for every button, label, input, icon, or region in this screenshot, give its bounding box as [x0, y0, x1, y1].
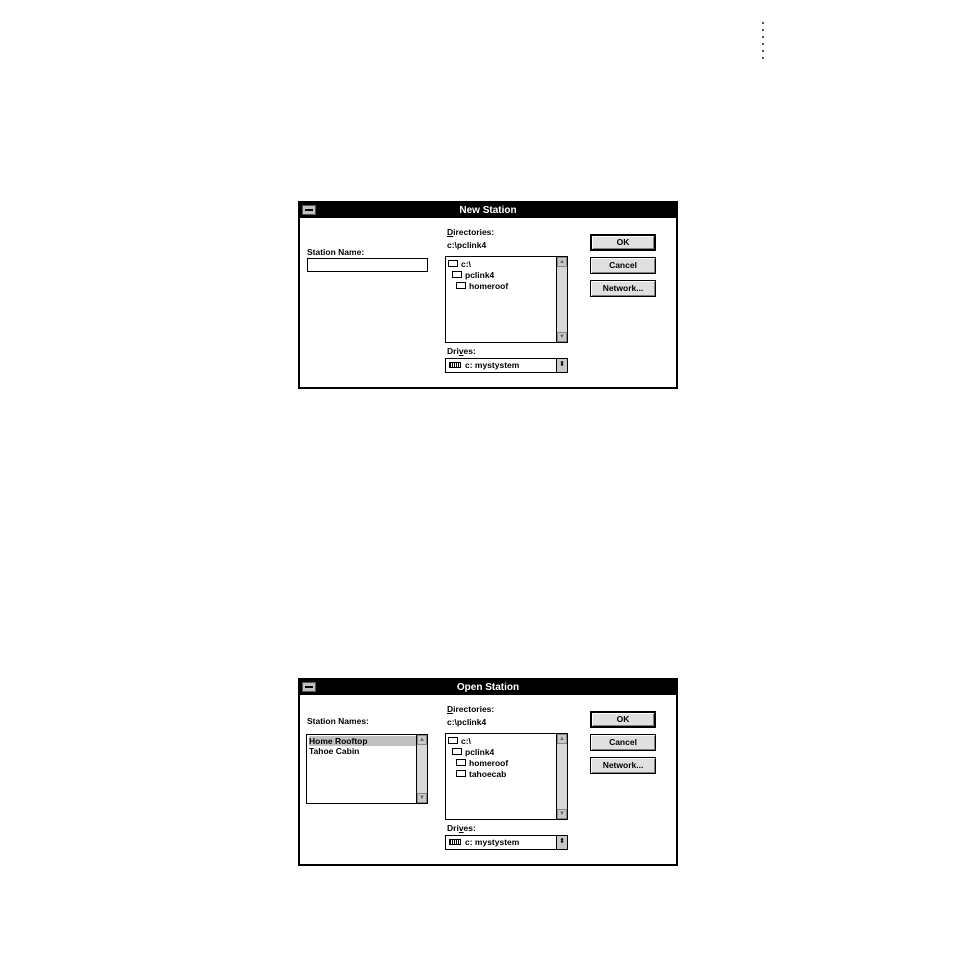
dir-item-pclink4[interactable]: pclink4: [452, 270, 494, 281]
drives-label: Drives:: [447, 346, 476, 356]
drive-icon: [449, 839, 461, 845]
folder-open-icon: [452, 748, 462, 756]
drives-select[interactable]: c: mystystem ⬍: [445, 835, 568, 850]
directories-label: Directories:: [447, 704, 495, 714]
drives-label: Drives:: [447, 823, 476, 833]
folder-open-icon: [448, 737, 458, 745]
directory-list[interactable]: c:\ pclink4 homeroof ▲ ▼: [445, 256, 568, 343]
scroll-up-arrow-icon[interactable]: ▲: [557, 734, 567, 744]
cancel-button[interactable]: Cancel: [590, 257, 656, 274]
dialog-title-bar[interactable]: New Station: [300, 203, 676, 218]
dialog-title: Open Station: [456, 682, 520, 693]
ok-button[interactable]: OK: [590, 234, 656, 251]
drive-value: c: mystystem: [465, 837, 520, 847]
folder-icon: [456, 759, 466, 767]
folder-open-icon: [448, 260, 458, 268]
dir-item-pclink4[interactable]: pclink4: [452, 747, 494, 758]
dropdown-arrow-icon[interactable]: ⬍: [556, 359, 567, 372]
ok-button[interactable]: OK: [590, 711, 656, 728]
directory-list[interactable]: c:\ pclink4 homeroof tahoecab ▲ ▼: [445, 733, 568, 820]
directory-scrollbar[interactable]: ▲ ▼: [556, 257, 567, 342]
station-list-item[interactable]: Home Rooftop: [309, 736, 416, 746]
dir-item-homeroof[interactable]: homeroof: [456, 758, 508, 769]
current-path: c:\pclink4: [447, 717, 487, 727]
drives-select[interactable]: c: mystystem ⬍: [445, 358, 568, 373]
folder-open-icon: [452, 271, 462, 279]
station-names-label: Station Names:: [307, 716, 369, 726]
station-list-item[interactable]: Tahoe Cabin: [309, 746, 359, 756]
folder-icon: [456, 282, 466, 290]
margin-dot-rule: [762, 22, 766, 64]
scroll-down-arrow-icon[interactable]: ▼: [417, 793, 427, 803]
scroll-down-arrow-icon[interactable]: ▼: [557, 809, 567, 819]
dialog-title: New Station: [459, 205, 517, 216]
scroll-up-arrow-icon[interactable]: ▲: [417, 735, 427, 745]
open-station-dialog: Open Station Station Names: Home Rooftop…: [298, 678, 678, 866]
network-button[interactable]: Network...: [590, 757, 656, 774]
dialog-title-bar[interactable]: Open Station: [300, 680, 676, 695]
dropdown-arrow-icon[interactable]: ⬍: [556, 836, 567, 849]
cancel-button[interactable]: Cancel: [590, 734, 656, 751]
station-names-list[interactable]: Home Rooftop Tahoe Cabin ▲ ▼: [306, 734, 428, 804]
station-name-input[interactable]: [307, 258, 428, 272]
system-menu-icon[interactable]: [302, 682, 316, 692]
folder-icon: [456, 770, 466, 778]
new-station-dialog: New Station Station Name: Directories: c…: [298, 201, 678, 389]
station-name-label: Station Name:: [307, 247, 365, 257]
drive-value: c: mystystem: [465, 360, 520, 370]
system-menu-icon[interactable]: [302, 205, 316, 215]
network-button[interactable]: Network...: [590, 280, 656, 297]
station-names-scrollbar[interactable]: ▲ ▼: [416, 735, 427, 803]
dir-item-root[interactable]: c:\: [448, 259, 471, 270]
scroll-down-arrow-icon[interactable]: ▼: [557, 332, 567, 342]
scroll-up-arrow-icon[interactable]: ▲: [557, 257, 567, 267]
current-path: c:\pclink4: [447, 240, 487, 250]
directories-label: Directories:: [447, 227, 495, 237]
dir-item-root[interactable]: c:\: [448, 736, 471, 747]
drive-icon: [449, 362, 461, 368]
directory-scrollbar[interactable]: ▲ ▼: [556, 734, 567, 819]
dir-item-homeroof[interactable]: homeroof: [456, 281, 508, 292]
dir-item-tahoecab[interactable]: tahoecab: [456, 769, 506, 780]
